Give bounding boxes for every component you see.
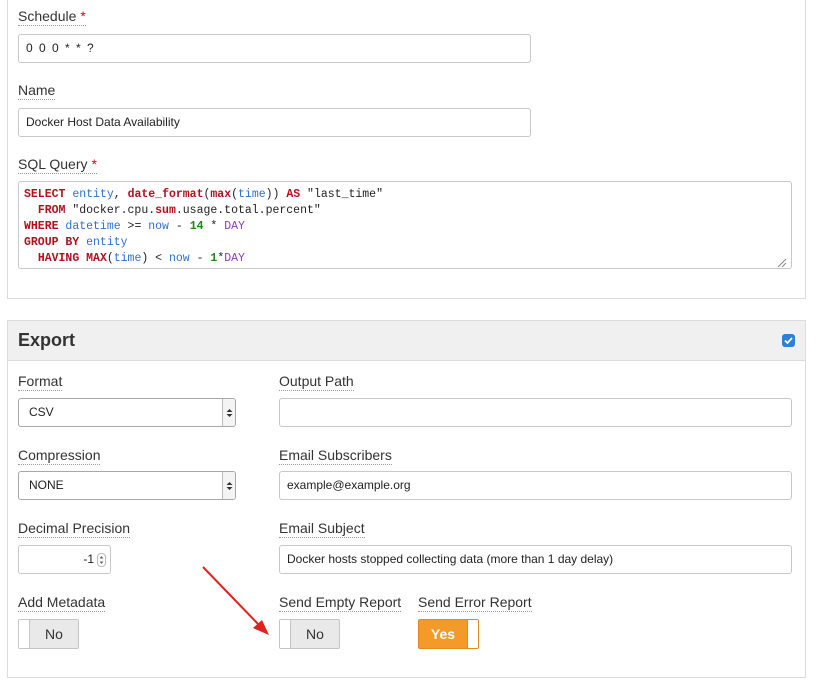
sql-query-editor[interactable]: SELECT entity, date_format(max(time)) AS… — [18, 181, 792, 269]
name-label: Name — [18, 82, 56, 100]
decimal-precision-label: Decimal Precision — [18, 520, 131, 538]
sql-token: DAY — [224, 220, 245, 233]
output-path-label-wrap: Output Path — [279, 373, 354, 391]
email-subject-label: Email Subject — [279, 520, 365, 538]
sql-token: .usage.total.percent" — [175, 204, 321, 217]
compression-label: Compression — [18, 447, 101, 465]
name-label-wrap: Name — [18, 82, 56, 100]
schedule-input[interactable]: 0 0 0 * * ? — [18, 34, 531, 63]
sql-token: "docker.cpu. — [65, 204, 156, 217]
resize-handle-icon[interactable] — [776, 255, 787, 268]
email-subject-input[interactable]: Docker hosts stopped collecting data (mo… — [279, 545, 792, 574]
checkmark-icon — [784, 337, 793, 345]
send-empty-report-toggle[interactable]: No — [279, 619, 340, 649]
email-subscribers-input[interactable]: example@example.org — [279, 471, 792, 500]
sql-token: GROUP BY — [24, 236, 80, 249]
send-empty-label-wrap: Send Empty Report — [279, 594, 402, 612]
add-metadata-toggle[interactable]: No — [18, 619, 79, 649]
sql-token: date_format — [127, 188, 204, 201]
email-subject-label-wrap: Email Subject — [279, 520, 365, 538]
format-label-wrap: Format — [18, 373, 63, 391]
sql-token: HAVING — [37, 252, 80, 265]
sql-token: WHERE — [24, 220, 59, 233]
export-enabled-checkbox[interactable] — [782, 334, 795, 347]
toggle-knob — [280, 620, 291, 648]
send-empty-report-label: Send Empty Report — [279, 594, 402, 612]
spinner-arrows-icon[interactable] — [97, 553, 106, 567]
sql-token: datetime — [58, 220, 121, 233]
sql-token: , — [113, 188, 128, 201]
export-title: Export — [18, 330, 76, 350]
sql-token: )) — [265, 188, 287, 201]
toggle-text: Yes — [430, 626, 456, 642]
output-path-input[interactable] — [279, 398, 792, 427]
sql-token: FROM — [37, 204, 66, 217]
schedule-label-wrap: Schedule * — [18, 8, 86, 26]
sql-token: time — [238, 188, 266, 201]
email-subscribers-label: Email Subscribers — [279, 447, 392, 465]
select-arrows-icon — [222, 399, 235, 426]
compression-value: NONE — [29, 478, 64, 492]
format-select[interactable]: CSV — [18, 398, 236, 427]
red-arrow-icon — [202, 566, 269, 635]
sql-token: - — [189, 252, 211, 265]
add-metadata-label: Add Metadata — [18, 594, 106, 612]
sql-token: max — [210, 188, 232, 201]
sql-token: AS — [286, 188, 301, 201]
sql-token: ) < — [141, 252, 169, 265]
sql-token: ( — [231, 188, 239, 201]
decimal-precision-value: -1 — [83, 552, 94, 566]
decimal-precision-input[interactable]: -1 — [18, 545, 111, 574]
sql-token: time — [113, 252, 142, 265]
format-label: Format — [18, 373, 63, 391]
toggle-text: No — [306, 626, 324, 642]
add-metadata-label-wrap: Add Metadata — [18, 594, 106, 612]
sql-token: DAY — [224, 252, 245, 265]
compression-label-wrap: Compression — [18, 447, 101, 465]
sql-token: entity — [79, 236, 128, 249]
sql-token: * — [203, 220, 225, 233]
sql-query-label: SQL Query * — [18, 156, 97, 174]
sql-token: now — [148, 220, 169, 233]
output-path-label: Output Path — [279, 373, 354, 391]
sql-token: >= — [120, 220, 149, 233]
select-arrows-icon — [222, 472, 235, 499]
required-marker: * — [80, 8, 86, 24]
sql-token: SELECT — [24, 188, 66, 201]
format-value: CSV — [29, 405, 54, 419]
toggle-knob — [19, 620, 30, 648]
sql-token: - — [168, 220, 190, 233]
decimal-precision-label-wrap: Decimal Precision — [18, 520, 131, 538]
toggle-knob — [467, 620, 478, 648]
sql-token: ( — [106, 252, 114, 265]
required-marker: * — [91, 156, 97, 172]
schedule-label: Schedule * — [18, 8, 86, 26]
export-panel-header — [8, 321, 805, 361]
send-error-label-wrap: Send Error Report — [418, 594, 532, 612]
sql-token: MAX — [79, 252, 107, 265]
send-error-report-label: Send Error Report — [418, 594, 532, 612]
sql-token: 14 — [189, 220, 204, 233]
sql-token: sum — [155, 204, 176, 217]
send-error-report-toggle[interactable]: Yes — [418, 619, 479, 649]
compression-select[interactable]: NONE — [18, 471, 236, 500]
sql-token: "last_time" — [300, 188, 383, 201]
sql-token: entity — [72, 188, 114, 201]
toggle-text: No — [45, 626, 63, 642]
sql-token: now — [168, 252, 190, 265]
sql-label-wrap: SQL Query * — [18, 156, 97, 174]
email-subscribers-label-wrap: Email Subscribers — [279, 447, 392, 465]
name-input[interactable]: Docker Host Data Availability — [18, 108, 531, 137]
